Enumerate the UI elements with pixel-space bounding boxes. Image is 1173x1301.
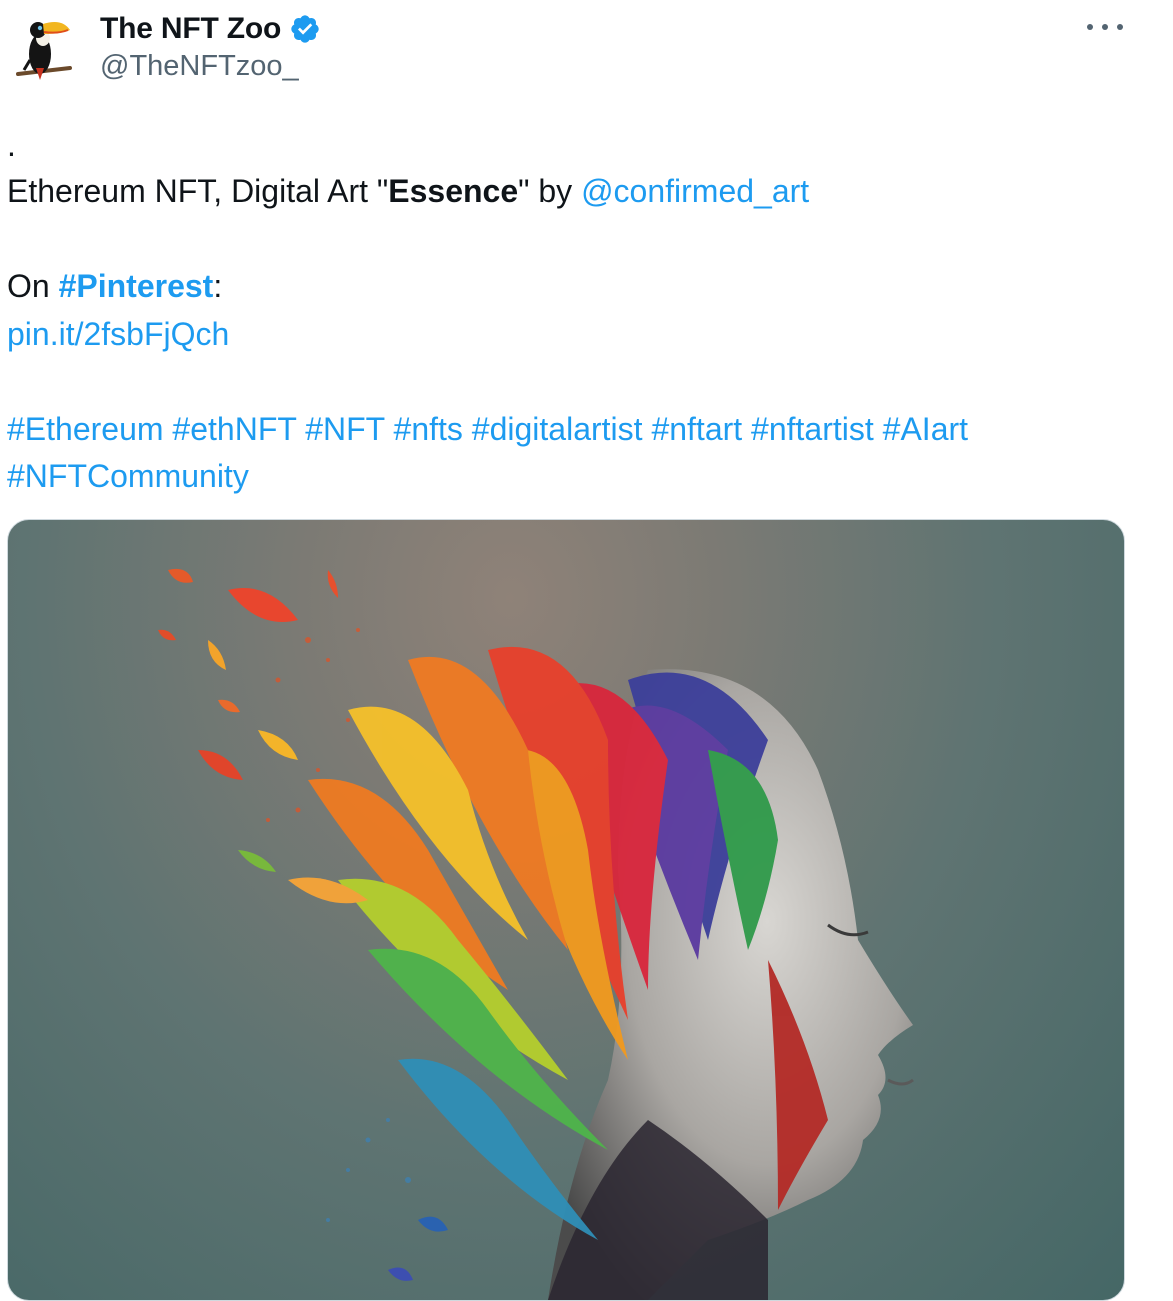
tweet-line-title: Ethereum NFT, Digital Art "Essence" by @…	[7, 168, 1137, 216]
author-name[interactable]: The NFT Zoo	[100, 12, 281, 46]
artwork-title: Essence	[388, 173, 519, 209]
hashtag-link[interactable]: #Pinterest	[59, 268, 214, 304]
more-options-icon[interactable]	[1087, 14, 1123, 40]
tweet-line-link: pin.it/2fsbFjQch	[7, 311, 1137, 359]
author-handle[interactable]: @TheNFTzoo_	[100, 50, 299, 83]
text-segment: On	[7, 268, 59, 304]
text-segment: " by	[518, 173, 582, 209]
tweet-text: . Ethereum NFT, Digital Art "Essence" by…	[7, 128, 1137, 501]
tweet-header: The NFT Zoo @TheNFTzoo_	[0, 0, 1173, 100]
mention-link[interactable]: @confirmed_art	[581, 173, 809, 209]
hashtags-line-1: #Ethereum #ethNFT #NFT #nfts #digitalart…	[7, 406, 1137, 454]
hashtags-line-2: #NFTCommunity	[7, 453, 1137, 501]
toucan-avatar-icon[interactable]	[10, 10, 76, 86]
text-segment: :	[213, 268, 223, 304]
hashtag-link[interactable]: #Ethereum	[7, 411, 164, 447]
hashtag-link[interactable]: #AIart	[883, 411, 968, 447]
hashtag-link[interactable]: #nfts	[394, 411, 463, 447]
rainbow-leaves-head-artwork[interactable]	[7, 519, 1125, 1301]
hashtag-link[interactable]: #NFT	[305, 411, 384, 447]
hashtag-link[interactable]: #NFTCommunity	[7, 458, 249, 494]
text-segment: Ethereum NFT, Digital Art "	[7, 173, 389, 209]
hashtag-link[interactable]: #nftart	[651, 411, 742, 447]
author-name-row[interactable]: The NFT Zoo	[100, 10, 321, 48]
verified-badge-icon	[291, 15, 319, 43]
tweet-line-pinterest: On #Pinterest:	[7, 263, 1137, 311]
pinterest-link[interactable]: pin.it/2fsbFjQch	[7, 316, 229, 352]
hashtag-link[interactable]: #digitalartist	[472, 411, 643, 447]
tweet-dot: .	[7, 127, 16, 163]
hashtag-link[interactable]: #nftartist	[751, 411, 874, 447]
hashtag-link[interactable]: #ethNFT	[172, 411, 296, 447]
